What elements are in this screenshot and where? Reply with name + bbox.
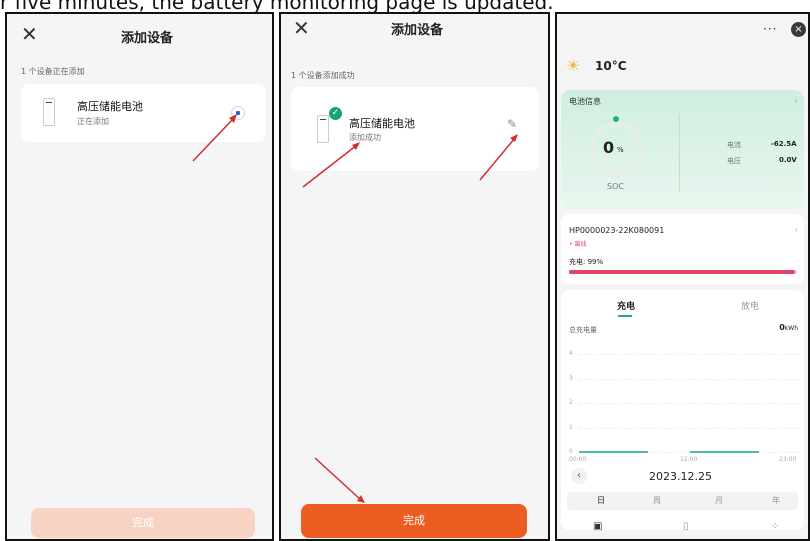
more-menu-icon[interactable]: ···	[763, 22, 777, 36]
y-tick-label: 2	[569, 399, 573, 406]
charge-progress-bar	[569, 270, 797, 274]
gridline	[579, 403, 801, 404]
total-charge-value: 0kWh	[779, 323, 798, 332]
sun-icon: ☀	[566, 56, 581, 75]
device-card[interactable]: ✓ 高压储能电池 添加成功 ✎	[291, 87, 539, 171]
soc-unit: %	[617, 146, 624, 154]
divider	[679, 114, 680, 192]
battery-icon	[43, 98, 55, 126]
panel-added: ✕ 添加设备 1 个设备添加成功 ✓ 高压储能电池 添加成功 ✎ 完成	[279, 12, 550, 541]
device-status: 正在添加	[77, 117, 109, 126]
device-name: 高压储能电池	[349, 117, 415, 130]
date-prev-button[interactable]: ‹	[571, 468, 587, 484]
device-status: 添加成功	[349, 133, 381, 142]
page-title: 添加设备	[121, 31, 174, 46]
status-text: 1 个设备正在添加	[21, 67, 85, 76]
charge-progress-fill	[569, 270, 795, 274]
chevron-right-icon: ›	[794, 225, 798, 234]
chevron-right-icon: ›	[794, 96, 798, 105]
panel-adding: ✕ 添加设备 1 个设备正在添加 高压储能电池 正在添加 完成	[5, 12, 274, 541]
close-icon[interactable]: ✕	[293, 18, 310, 38]
device-card[interactable]: HP0000023-22K080091 › • 离线 充电: 99%	[561, 214, 804, 284]
done-button[interactable]: 完成	[301, 504, 527, 538]
series-line-segment	[690, 451, 759, 453]
device-card[interactable]: 高压储能电池 正在添加	[21, 84, 266, 142]
close-circle-icon[interactable]: ×	[791, 22, 806, 37]
battery-info-title: 电池信息	[569, 97, 601, 106]
temperature: 10°C	[595, 59, 627, 73]
check-icon: ✓	[329, 107, 342, 120]
device-name: 高压储能电池	[77, 100, 143, 113]
total-charge-unit: kWh	[784, 325, 798, 332]
status-text: 1 个设备添加成功	[291, 71, 355, 80]
series-line-segment	[579, 451, 648, 453]
x-tick-label: 00:00	[569, 456, 587, 463]
total-charge-label: 总充电量	[569, 326, 597, 334]
device-id: HP0000023-22K080091	[569, 226, 665, 235]
current-value: -62.5A	[771, 140, 797, 148]
done-button[interactable]: 完成	[31, 508, 255, 538]
grid-nav-icon[interactable]: ⁘	[771, 521, 779, 532]
period-year[interactable]: 年	[772, 495, 780, 506]
close-icon[interactable]: ✕	[21, 24, 38, 44]
voltage-value: 0.0V	[779, 156, 797, 164]
tab-discharge[interactable]: 放电	[741, 299, 759, 312]
battery-icon	[317, 115, 329, 143]
date-label: 2023.12.25	[649, 470, 712, 483]
y-tick-label: 1	[569, 423, 573, 431]
screenshot-root: r five minutes, the battery monitoring p…	[0, 0, 810, 541]
stats-nav-icon[interactable]: ▯	[683, 521, 689, 532]
battery-info-card[interactable]: 电池信息 › 0 % SOC 电流 -62.5A 电压 0.0V	[561, 90, 804, 210]
energy-chart-card: 充电 放电 总充电量 0kWh 4 3 2 1 0 00:00 12:00 23:00 ‹ 2…	[561, 290, 804, 530]
gridline	[579, 354, 801, 355]
gridline	[579, 427, 801, 429]
y-tick-label: 0	[569, 448, 573, 455]
soc-value: 0	[603, 138, 615, 157]
gridline	[579, 378, 801, 380]
tab-underline	[618, 315, 632, 317]
period-selector: 日 周 月 年	[567, 492, 798, 510]
soc-label: SOC	[607, 182, 624, 191]
period-week[interactable]: 周	[653, 495, 661, 506]
current-label: 电流	[727, 141, 741, 149]
charge-label: 充电: 99%	[569, 258, 604, 266]
x-tick-label: 23:00	[779, 456, 797, 463]
period-month[interactable]: 月	[715, 495, 723, 506]
done-label: 完成	[403, 514, 425, 527]
device-status: • 离线	[569, 241, 587, 248]
y-tick-label: 4	[569, 350, 573, 357]
done-label: 完成	[132, 516, 154, 529]
caption-text: r five minutes, the battery monitoring p…	[0, 0, 554, 14]
loading-spinner-icon	[231, 106, 245, 120]
tab-charge[interactable]: 充电	[617, 299, 635, 312]
page-title: 添加设备	[391, 23, 444, 38]
edit-icon[interactable]: ✎	[507, 117, 517, 131]
voltage-label: 电压	[727, 157, 741, 165]
x-tick-label: 12:00	[680, 456, 698, 463]
battery-nav-icon[interactable]: ▣	[593, 521, 602, 532]
panel-battery-monitor: ··· × ☀ 10°C 电池信息 › 0 % SOC 电流 -62.5A 电压…	[555, 12, 810, 541]
y-tick-label: 3	[569, 374, 573, 382]
period-day[interactable]: 日	[597, 495, 605, 506]
